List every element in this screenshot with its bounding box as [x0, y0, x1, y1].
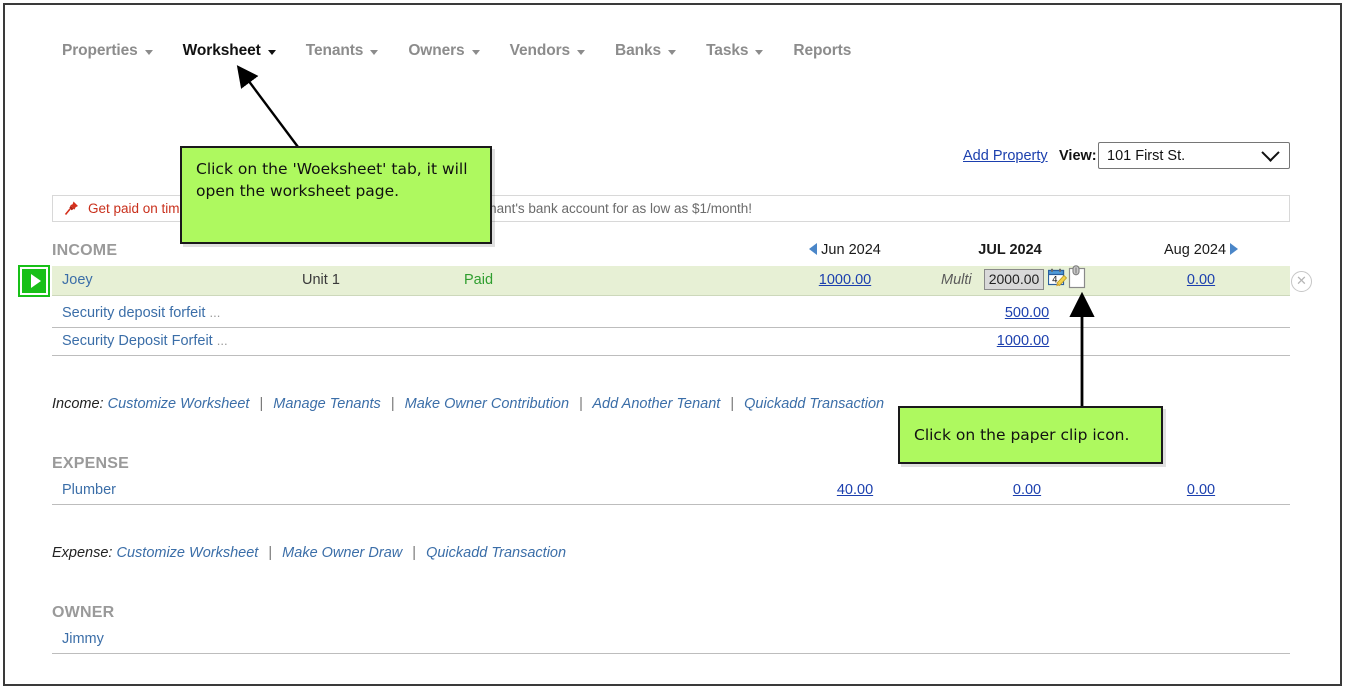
sub-row-text: Security deposit forfeit [62, 305, 205, 321]
next-month-arrow-icon[interactable] [1230, 243, 1238, 255]
nav-item-worksheet[interactable]: Worksheet [183, 42, 290, 60]
income-action-customize-worksheet[interactable]: Customize Worksheet [108, 396, 250, 412]
nav-label: Tasks [706, 42, 748, 60]
month-label-current: JUL 2024 [978, 242, 1041, 258]
separator: | [406, 545, 422, 561]
calendar-edit-icon[interactable]: 4 [1048, 268, 1067, 288]
nav-label: Reports [793, 42, 851, 60]
table-row-owner-1[interactable]: Jimmy [52, 626, 1290, 654]
section-title-income: INCOME [52, 242, 117, 260]
callout-worksheet-tab: Click on the 'Woeksheet' tab, it will op… [180, 146, 492, 244]
tenant-unit: Unit 1 [302, 272, 340, 288]
month-header-next[interactable]: Aug 2024 [1146, 242, 1256, 258]
nav-item-properties[interactable]: Properties [62, 42, 167, 60]
expense-action-customize-worksheet[interactable]: Customize Worksheet [117, 545, 259, 561]
separator: | [253, 396, 269, 412]
amount-prev-month[interactable]: 40.00 [800, 482, 910, 498]
property-view-select[interactable]: 101 First St. [1098, 142, 1290, 169]
income-action-manage-tenants[interactable]: Manage Tenants [273, 396, 381, 412]
month-header-current: JUL 2024 [955, 242, 1065, 258]
amount-input[interactable]: 2000.00 [984, 269, 1044, 290]
nav-label: Worksheet [183, 42, 261, 60]
prev-month-arrow-icon[interactable] [809, 243, 817, 255]
sub-row-text: Security Deposit Forfeit [62, 333, 213, 349]
nav-label: Vendors [510, 42, 570, 60]
arrow-to-worksheet-tab [239, 68, 298, 147]
nav-item-tenants[interactable]: Tenants [306, 42, 393, 60]
nav-label: Tenants [306, 42, 364, 60]
table-row-tenant[interactable]: Joey Unit 1 Paid 1000.00 0.00 [52, 266, 1290, 296]
amount-prev-month[interactable]: 1000.00 [790, 272, 900, 288]
view-label: View: [1059, 148, 1097, 164]
chevron-down-icon [1261, 143, 1279, 161]
income-sub-label-2[interactable]: Security Deposit Forfeit ... [62, 333, 228, 349]
income-action-quickadd-transaction[interactable]: Quickadd Transaction [744, 396, 884, 412]
expense-action-make-owner-draw[interactable]: Make Owner Draw [282, 545, 402, 561]
expense-action-quickadd-transaction[interactable]: Quickadd Transaction [426, 545, 566, 561]
month-label-prev: Jun 2024 [821, 242, 881, 258]
status-badge: Paid [464, 272, 493, 288]
section-title-expense: EXPENSE [52, 455, 129, 473]
chevron-down-icon [577, 50, 585, 55]
nav-label: Banks [615, 42, 661, 60]
add-property-link[interactable]: Add Property [963, 148, 1048, 164]
amount-current-month[interactable]: 500.00 [972, 305, 1082, 321]
month-label-next: Aug 2024 [1164, 242, 1226, 258]
amount-next-month[interactable]: 0.00 [1146, 482, 1256, 498]
play-triangle-icon [31, 274, 41, 288]
nav-item-tasks[interactable]: Tasks [706, 42, 777, 60]
chevron-down-icon [370, 50, 378, 55]
income-sub-label-1[interactable]: Security deposit forfeit ... [62, 305, 220, 321]
owner-name[interactable]: Jimmy [62, 631, 104, 647]
multi-label: Multi [941, 272, 972, 288]
separator: | [724, 396, 740, 412]
callout-text: Click on the paper clip icon. [914, 424, 1129, 446]
month-header-previous[interactable]: Jun 2024 [790, 242, 900, 258]
section-title-owner: OWNER [52, 604, 114, 622]
sub-row-dots: ... [217, 333, 228, 348]
table-row-expense-1[interactable]: Plumber 40.00 0.00 0.00 [52, 477, 1290, 505]
nav-item-banks[interactable]: Banks [615, 42, 690, 60]
amount-current-month[interactable]: 1000.00 [968, 333, 1078, 349]
nav-item-vendors[interactable]: Vendors [510, 42, 599, 60]
amount-next-month[interactable]: 0.00 [1146, 272, 1256, 288]
income-action-add-another-tenant[interactable]: Add Another Tenant [592, 396, 720, 412]
sub-row-dots: ... [210, 305, 221, 320]
expand-row-button[interactable] [20, 267, 48, 295]
chevron-down-icon [472, 50, 480, 55]
property-view-value: 101 First St. [1107, 148, 1264, 164]
paper-clip-icon[interactable] [1068, 265, 1087, 289]
income-actions: Income: Customize Worksheet | Manage Ten… [52, 396, 884, 412]
expense-actions: Expense: Customize Worksheet | Make Owne… [52, 545, 566, 561]
income-action-make-owner-contribution[interactable]: Make Owner Contribution [405, 396, 569, 412]
chevron-down-icon [145, 50, 153, 55]
nav-label: Owners [408, 42, 464, 60]
nav-item-reports[interactable]: Reports [793, 42, 865, 60]
amount-current-month[interactable]: 0.00 [972, 482, 1082, 498]
main-navigation: Properties Worksheet Tenants Owners Vend… [62, 42, 881, 60]
separator: | [262, 545, 278, 561]
table-row-income-sub-2[interactable]: Security Deposit Forfeit ... 1000.00 [52, 328, 1290, 356]
nav-item-owners[interactable]: Owners [408, 42, 493, 60]
callout-text: Click on the 'Woeksheet' tab, it will op… [196, 160, 468, 200]
callout-paper-clip: Click on the paper clip icon. [898, 406, 1163, 464]
tenant-name[interactable]: Joey [62, 272, 93, 288]
nav-label: Properties [62, 42, 138, 60]
chevron-down-icon [268, 50, 276, 55]
table-row-income-sub-1[interactable]: Security deposit forfeit ... 500.00 [52, 300, 1290, 328]
chevron-down-icon [755, 50, 763, 55]
promo-banner-text: nant's bank account for as low as $1/mon… [489, 201, 752, 216]
separator: | [385, 396, 401, 412]
worksheet-screenshot: Properties Worksheet Tenants Owners Vend… [0, 0, 1345, 689]
separator: | [573, 396, 589, 412]
expense-actions-label: Expense: [52, 545, 112, 561]
promo-banner-highlight: Get paid on time [88, 201, 187, 216]
chevron-down-icon [668, 50, 676, 55]
expense-label[interactable]: Plumber [62, 482, 116, 498]
delete-row-button[interactable]: ✕ [1291, 271, 1312, 292]
pin-icon [63, 200, 80, 217]
income-actions-label: Income: [52, 396, 104, 412]
